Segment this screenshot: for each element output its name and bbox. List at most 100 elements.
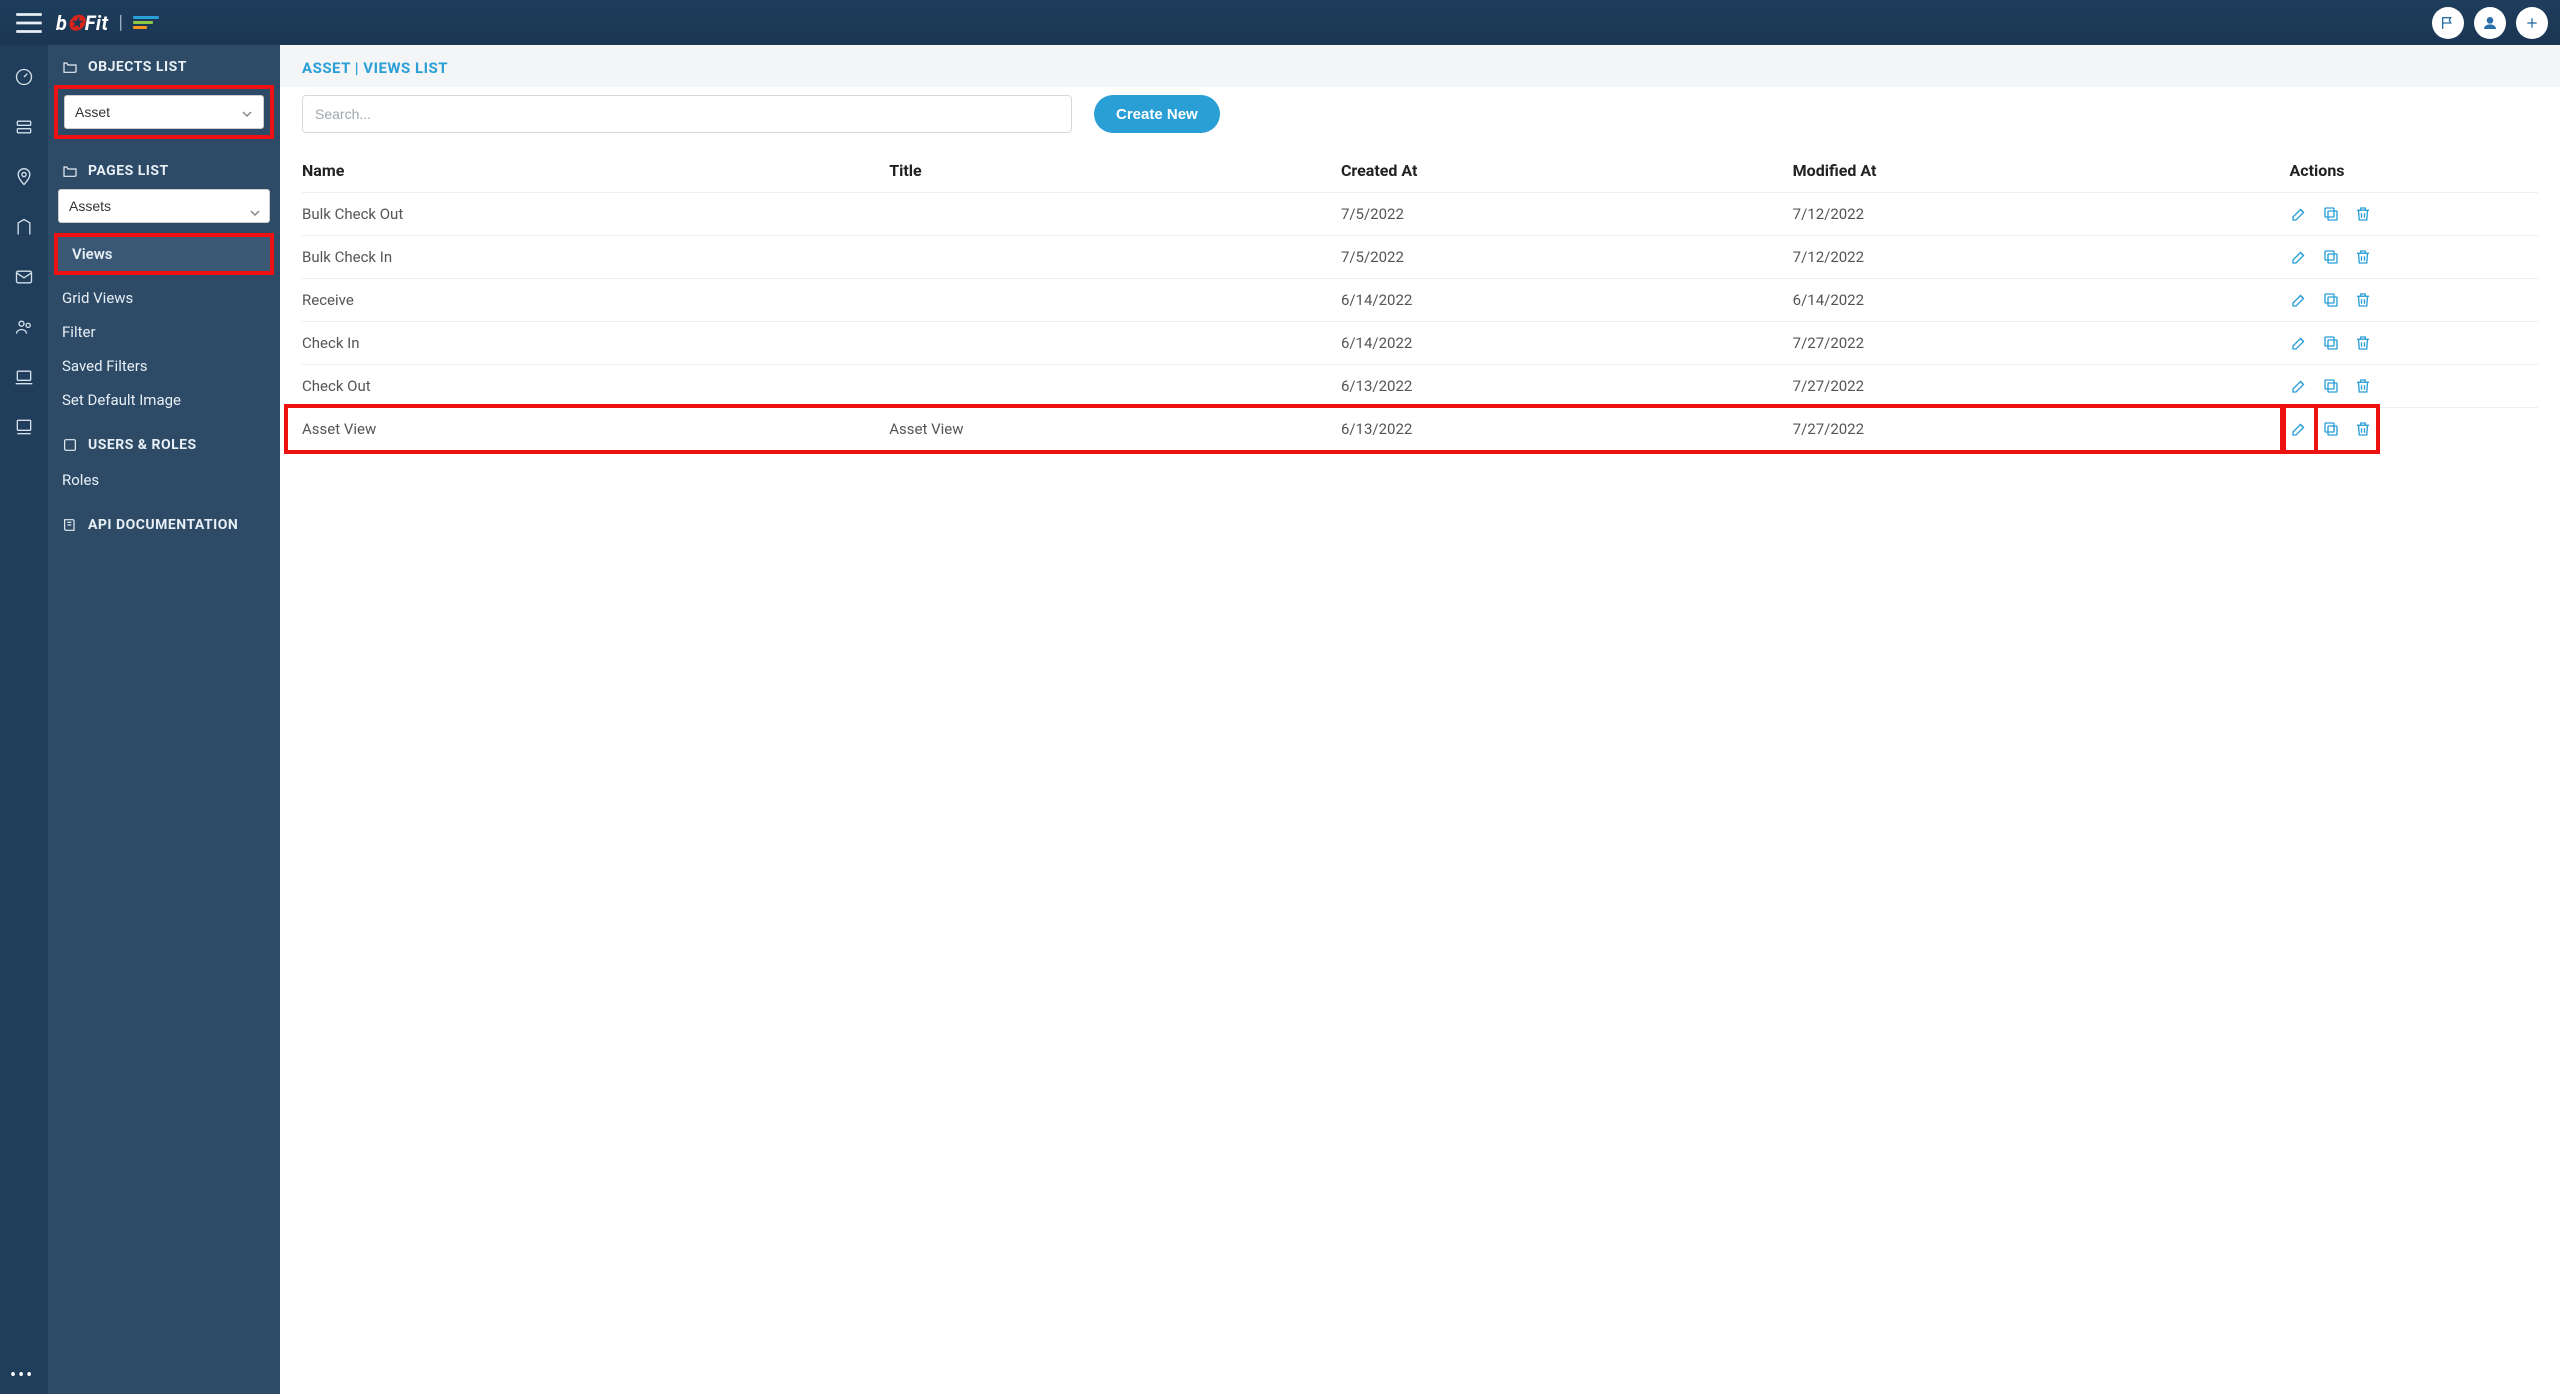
- topbar: b✪Fit |: [0, 0, 2560, 45]
- copy-icon[interactable]: [2322, 420, 2340, 438]
- icon-rail: •••: [0, 45, 48, 1394]
- objects-list-header: OBJECTS LIST: [48, 45, 280, 85]
- copy-icon[interactable]: [2322, 205, 2340, 223]
- nav-grid-views[interactable]: Grid Views: [48, 281, 280, 315]
- edit-icon[interactable]: [2290, 377, 2308, 395]
- cell-name: Check Out: [302, 377, 889, 395]
- search-input[interactable]: [302, 95, 1072, 133]
- table-row: Bulk Check Out 7/5/20227/12/2022: [302, 192, 2538, 235]
- logo-heart: ✪: [67, 11, 84, 35]
- col-created: Created At: [1341, 161, 1793, 180]
- cell-actions: [2290, 291, 2538, 309]
- location-icon[interactable]: [8, 161, 40, 193]
- copy-icon[interactable]: [2322, 334, 2340, 352]
- table-row: Check In6/14/20227/27/2022: [302, 321, 2538, 364]
- object-select[interactable]: Asset: [64, 95, 264, 129]
- cell-modified: 7/27/2022: [1793, 420, 2290, 438]
- delete-icon[interactable]: [2354, 420, 2372, 438]
- cell-created: 6/14/2022: [1341, 291, 1793, 309]
- cell-modified: 7/27/2022: [1793, 334, 2290, 352]
- cell-created: 6/14/2022: [1341, 334, 1793, 352]
- delete-icon[interactable]: [2354, 291, 2372, 309]
- cell-modified: 7/12/2022: [1793, 248, 2290, 266]
- more-icon[interactable]: •••: [10, 1365, 34, 1386]
- users-roles-label: USERS & ROLES: [88, 437, 197, 453]
- toolbar: Create New: [280, 87, 2560, 147]
- nav-default-image[interactable]: Set Default Image: [48, 383, 280, 417]
- cell-created: 6/13/2022: [1341, 377, 1793, 395]
- pages-list-label: PAGES LIST: [88, 163, 169, 179]
- nav-saved-filters[interactable]: Saved Filters: [48, 349, 280, 383]
- nav-views-label: Views: [72, 245, 113, 263]
- cell-modified: 7/12/2022: [1793, 205, 2290, 223]
- api-doc-label: API DOCUMENTATION: [88, 517, 238, 533]
- cell-created: 7/5/2022: [1341, 248, 1793, 266]
- nav-roles[interactable]: Roles: [48, 463, 280, 497]
- cell-actions: [2290, 205, 2538, 223]
- copy-icon[interactable]: [2322, 291, 2340, 309]
- col-actions: Actions: [2290, 161, 2538, 180]
- cell-created: 6/13/2022: [1341, 420, 1793, 438]
- delete-icon[interactable]: [2354, 205, 2372, 223]
- logo-b: b: [56, 11, 67, 35]
- sidebar: OBJECTS LIST Asset PAGES LIST Assets: [48, 45, 280, 1394]
- laptop-icon[interactable]: [8, 361, 40, 393]
- logo-divider: |: [115, 12, 127, 33]
- delete-icon[interactable]: [2354, 377, 2372, 395]
- mail-icon[interactable]: [8, 261, 40, 293]
- cell-name: Receive: [302, 291, 889, 309]
- user-button[interactable]: [2474, 7, 2506, 39]
- create-new-button[interactable]: Create New: [1094, 95, 1220, 133]
- col-name: Name: [302, 161, 889, 180]
- col-title: Title: [889, 161, 1341, 180]
- edit-icon[interactable]: [2290, 420, 2308, 438]
- col-modified: Modified At: [1793, 161, 2290, 180]
- nav-grid-views-label: Grid Views: [62, 289, 133, 307]
- cell-name: Bulk Check Out: [302, 205, 889, 223]
- table-row: Check Out 6/13/20227/27/2022: [302, 364, 2538, 407]
- storage-icon[interactable]: [8, 111, 40, 143]
- table-body: Bulk Check Out7/5/20227/12/2022Bulk Chec…: [302, 192, 2538, 450]
- cell-modified: 7/27/2022: [1793, 377, 2290, 395]
- logo-fit: Fit: [85, 11, 109, 35]
- api-doc-header[interactable]: API DOCUMENTATION: [48, 503, 280, 543]
- nav-default-image-label: Set Default Image: [62, 391, 181, 409]
- app-logo: b✪Fit |: [56, 11, 159, 35]
- copy-icon[interactable]: [2322, 377, 2340, 395]
- cell-title: Asset View: [889, 420, 1341, 438]
- dashboard-icon[interactable]: [8, 61, 40, 93]
- nav-views[interactable]: Views: [58, 237, 270, 271]
- table-row: Bulk Check In 7/5/20227/12/2022: [302, 235, 2538, 278]
- delete-icon[interactable]: [2354, 334, 2372, 352]
- objects-list-label: OBJECTS LIST: [88, 59, 187, 75]
- copy-icon[interactable]: [2322, 248, 2340, 266]
- cell-created: 7/5/2022: [1341, 205, 1793, 223]
- logo-bars-icon: [133, 16, 159, 29]
- cell-actions: [2290, 334, 2538, 352]
- edit-icon[interactable]: [2290, 334, 2308, 352]
- add-button[interactable]: [2516, 7, 2548, 39]
- building-icon[interactable]: [8, 211, 40, 243]
- flag-button[interactable]: [2432, 7, 2464, 39]
- table-header: Name Title Created At Modified At Action…: [302, 147, 2538, 192]
- page-select[interactable]: Assets: [58, 189, 270, 223]
- create-new-label: Create New: [1116, 106, 1198, 123]
- delete-icon[interactable]: [2354, 248, 2372, 266]
- nav-roles-label: Roles: [62, 471, 99, 489]
- edit-icon[interactable]: [2290, 291, 2308, 309]
- device-icon[interactable]: [8, 411, 40, 443]
- nav-saved-filters-label: Saved Filters: [62, 357, 148, 375]
- edit-icon[interactable]: [2290, 248, 2308, 266]
- edit-icon[interactable]: [2290, 205, 2308, 223]
- page-nav: Views Grid Views Filter Saved Filters Se…: [48, 233, 280, 423]
- cell-name: Bulk Check In: [302, 248, 889, 266]
- hamburger-menu[interactable]: [12, 6, 46, 40]
- users-icon[interactable]: [8, 311, 40, 343]
- cell-name: Asset View: [302, 420, 889, 438]
- nav-filter-label: Filter: [62, 323, 96, 341]
- cell-actions: [2290, 377, 2538, 395]
- cell-actions: [2290, 420, 2538, 438]
- views-table: Name Title Created At Modified At Action…: [280, 147, 2560, 450]
- object-select-highlight: Asset: [54, 85, 274, 139]
- nav-filter[interactable]: Filter: [48, 315, 280, 349]
